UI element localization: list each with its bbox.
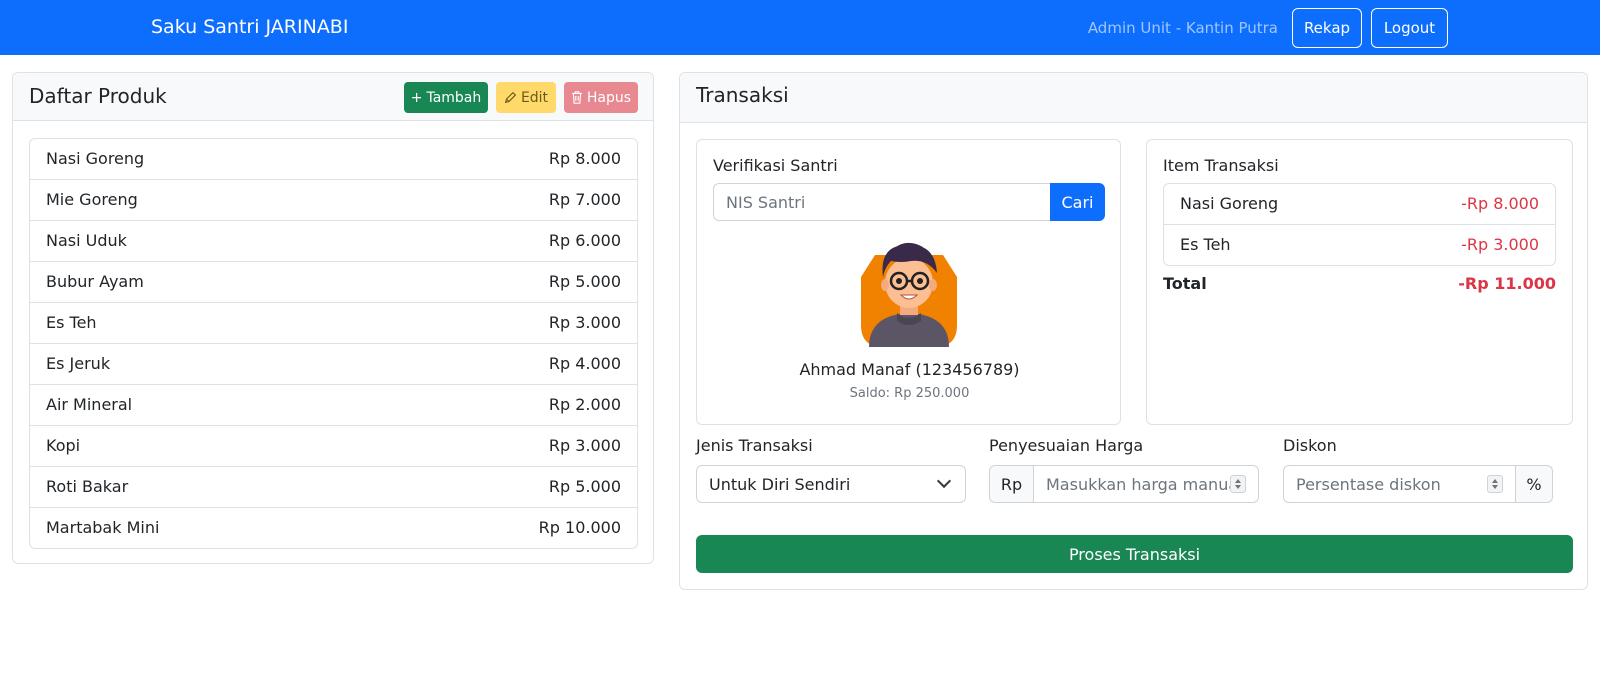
student-name: Ahmad Manaf (123456789) xyxy=(799,360,1020,379)
product-price: Rp 10.000 xyxy=(538,518,621,537)
manual-price-placeholder: Masukkan harga manual xyxy=(1046,474,1243,494)
transaction-item[interactable]: Es Teh -Rp 3.000 xyxy=(1164,225,1555,265)
transaction-item-name: Es Teh xyxy=(1180,235,1231,254)
product-list-card: Daftar Produk + Tambah Edit Hapus Nasi G… xyxy=(12,72,654,564)
transaction-type-value: Untuk Diri Sendiri xyxy=(709,474,851,494)
product-name: Mie Goreng xyxy=(46,190,138,209)
product-name: Air Mineral xyxy=(46,395,133,414)
product-list-title: Daftar Produk xyxy=(29,84,167,108)
product-price: Rp 8.000 xyxy=(548,149,621,168)
total-label: Total xyxy=(1163,274,1207,293)
discount-input[interactable]: Persentase diskon xyxy=(1283,465,1516,503)
price-prefix: Rp xyxy=(989,465,1034,503)
transaction-items-list: Nasi Goreng -Rp 8.000 Es Teh -Rp 3.000 xyxy=(1163,183,1556,266)
product-price: Rp 3.000 xyxy=(548,436,621,455)
price-adjustment-label: Penyesuaian Harga xyxy=(989,436,1144,455)
product-price: Rp 7.000 xyxy=(548,190,621,209)
add-product-button[interactable]: + Tambah xyxy=(404,82,488,113)
product-name: Bubur Ayam xyxy=(46,272,144,291)
product-name: Nasi Goreng xyxy=(46,149,145,168)
product-price: Rp 3.000 xyxy=(548,313,621,332)
transaction-item[interactable]: Nasi Goreng -Rp 8.000 xyxy=(1164,184,1555,225)
product-item[interactable]: Mie Goreng Rp 7.000 xyxy=(30,180,637,221)
transaction-item-name: Nasi Goreng xyxy=(1180,194,1279,213)
logout-button[interactable]: Logout xyxy=(1371,8,1448,48)
product-item[interactable]: Es Teh Rp 3.000 xyxy=(30,303,637,344)
product-price: Rp 6.000 xyxy=(548,231,621,250)
product-price: Rp 2.000 xyxy=(548,395,621,414)
transaction-item-price: -Rp 8.000 xyxy=(1461,194,1539,213)
product-price: Rp 5.000 xyxy=(548,477,621,496)
product-name: Roti Bakar xyxy=(46,477,129,496)
product-price: Rp 5.000 xyxy=(548,272,621,291)
transaction-card: Transaksi Verifikasi Santri NIS Santri C… xyxy=(679,72,1588,590)
nis-input[interactable]: NIS Santri xyxy=(713,183,1051,221)
product-item[interactable]: Roti Bakar Rp 5.000 xyxy=(30,467,637,508)
product-list: Nasi Goreng Rp 8.000 Mie Goreng Rp 7.000 N… xyxy=(29,138,638,549)
percent-suffix: % xyxy=(1515,465,1553,503)
number-spinner-icon[interactable] xyxy=(1487,475,1503,493)
navbar: Saku Santri JARINABI Admin Unit - Kantin… xyxy=(0,0,1600,55)
product-list-header: Daftar Produk + Tambah Edit Hapus xyxy=(13,73,653,121)
transaction-items-title: Item Transaksi xyxy=(1163,156,1279,175)
verification-title: Verifikasi Santri xyxy=(713,156,838,175)
product-item[interactable]: Nasi Uduk Rp 6.000 xyxy=(30,221,637,262)
brand-title[interactable]: Saku Santri JARINABI xyxy=(151,16,348,38)
product-item[interactable]: Bubur Ayam Rp 5.000 xyxy=(30,262,637,303)
product-name: Kopi xyxy=(46,436,81,455)
student-avatar xyxy=(861,242,957,347)
student-balance: Saldo: Rp 250.000 xyxy=(849,386,970,401)
product-name: Nasi Uduk xyxy=(46,231,127,250)
product-item[interactable]: Es Jeruk Rp 4.000 xyxy=(30,344,637,385)
transaction-items-card: Item Transaksi Nasi Goreng -Rp 8.000 Es T… xyxy=(1146,139,1573,425)
product-item[interactable]: Kopi Rp 3.000 xyxy=(30,426,637,467)
transaction-item-price: -Rp 3.000 xyxy=(1461,235,1539,254)
user-unit-label: Admin Unit - Kantin Putra xyxy=(1087,19,1278,37)
add-product-label: Tambah xyxy=(426,89,482,106)
trash-icon xyxy=(572,91,582,104)
number-spinner-icon[interactable] xyxy=(1230,475,1246,493)
product-item[interactable]: Air Mineral Rp 2.000 xyxy=(30,385,637,426)
discount-placeholder: Persentase diskon xyxy=(1296,474,1441,494)
product-name: Es Teh xyxy=(46,313,97,332)
student-verification-card: Verifikasi Santri NIS Santri Cari Ahmad … xyxy=(696,139,1121,425)
pencil-icon xyxy=(504,91,517,104)
search-student-button[interactable]: Cari xyxy=(1050,183,1105,221)
rekap-button[interactable]: Rekap xyxy=(1292,8,1362,48)
transaction-title: Transaksi xyxy=(696,83,789,107)
edit-product-label: Edit xyxy=(520,89,549,106)
manual-price-input[interactable]: Masukkan harga manual xyxy=(1033,465,1259,503)
transaction-type-label: Jenis Transaksi xyxy=(696,436,813,455)
process-transaction-button[interactable]: Proses Transaksi xyxy=(696,535,1573,573)
delete-product-button[interactable]: Hapus xyxy=(564,82,638,113)
product-item[interactable]: Martabak Mini Rp 10.000 xyxy=(30,508,637,548)
product-name: Martabak Mini xyxy=(46,518,160,537)
chevron-down-icon xyxy=(936,473,952,489)
plus-icon: + xyxy=(410,89,423,106)
edit-product-button[interactable]: Edit xyxy=(496,82,556,113)
transaction-type-select[interactable]: Untuk Diri Sendiri xyxy=(696,465,966,503)
discount-label: Diskon xyxy=(1283,436,1337,455)
total-value: -Rp 11.000 xyxy=(1458,274,1556,293)
delete-product-label: Hapus xyxy=(586,89,632,106)
transaction-header: Transaksi xyxy=(680,73,1587,123)
product-name: Es Jeruk xyxy=(46,354,111,373)
product-price: Rp 4.000 xyxy=(548,354,621,373)
product-item[interactable]: Nasi Goreng Rp 8.000 xyxy=(30,139,637,180)
